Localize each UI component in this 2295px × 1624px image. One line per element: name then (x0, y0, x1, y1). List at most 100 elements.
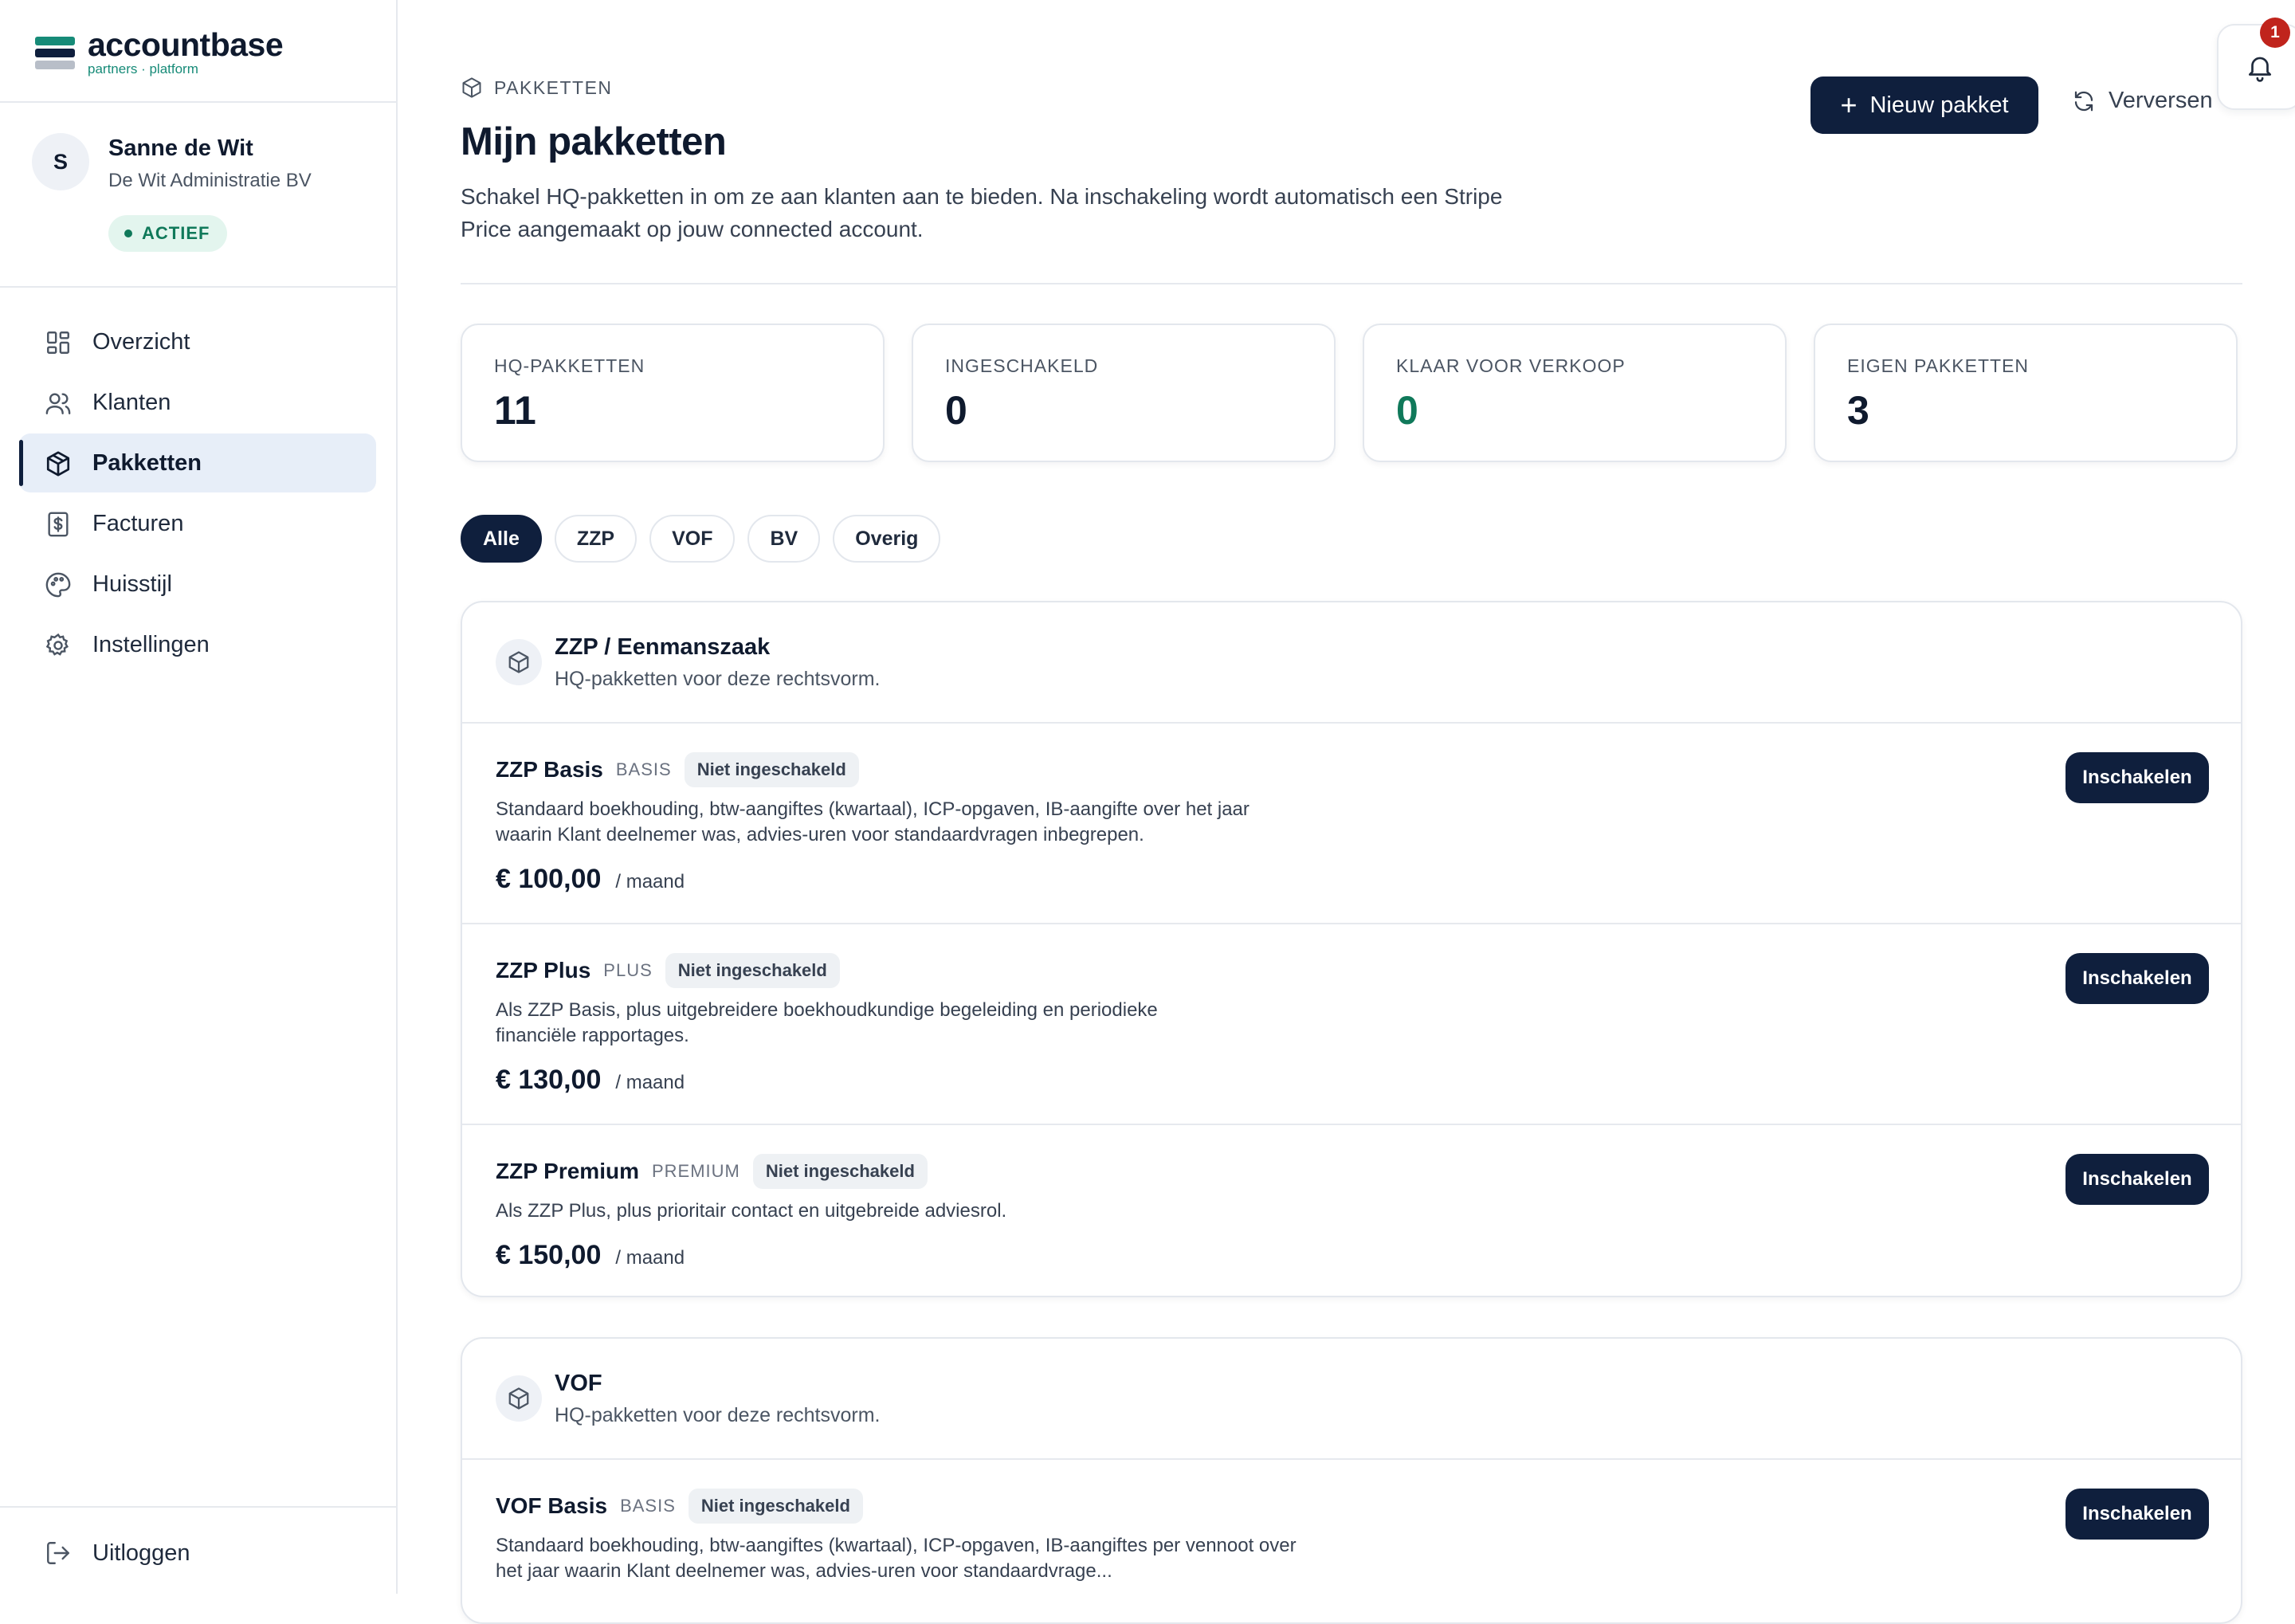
avatar: S (32, 133, 89, 190)
brand-tagline: partners · platform (88, 61, 198, 76)
users-icon (45, 393, 71, 414)
package-price: € 100,00 / maand (496, 864, 685, 895)
sidebar: accountbase partners · platform S Sanne … (0, 0, 398, 1594)
package-group-vof: VOF HQ-pakketten voor deze rechtsvorm. V… (461, 1337, 2242, 1624)
filter-chip-zzp[interactable]: ZZP (554, 515, 638, 563)
enable-button[interactable]: Inschakelen (2066, 1489, 2209, 1540)
package-tier: BASIS (615, 759, 672, 779)
stat-card-hq-packages: HQ-PAKKETTEN 11 (461, 324, 885, 462)
divider (0, 286, 396, 288)
dashboard-icon (47, 331, 69, 354)
brand-name: accountbase (88, 26, 284, 63)
package-price-period: / maand (615, 1072, 685, 1093)
package-description: Als ZZP Basis, plus uitgebreidere boekho… (496, 999, 1158, 1046)
bell-icon (2248, 57, 2272, 82)
group-subtitle: HQ-pakketten voor deze rechtsvorm. (555, 1404, 881, 1426)
enable-button[interactable]: Inschakelen (2066, 752, 2209, 803)
logout-icon (47, 1542, 69, 1564)
logout-label: Uitloggen (92, 1540, 190, 1566)
page-title: Mijn pakketten (461, 120, 727, 163)
package-row: VOF Basis BASIS Niet ingeschakeld Standa… (462, 1460, 2241, 1622)
package-description: Standaard boekhouding, btw-aangiftes (kw… (496, 1535, 1297, 1582)
package-price-period: / maand (615, 1247, 685, 1269)
package-tier: BASIS (620, 1496, 676, 1516)
stat-label: INGESCHAKELD (945, 355, 1099, 376)
package-status-badge: Niet ingeschakeld (688, 1489, 863, 1524)
status-dot-icon (124, 229, 132, 237)
refresh-label: Verversen (2109, 88, 2213, 113)
sidebar-item-huisstijl[interactable]: Huisstijl (0, 555, 396, 614)
active-indicator (19, 440, 23, 486)
package-status-badge: Niet ingeschakeld (684, 752, 859, 787)
package-status-badge: Niet ingeschakeld (752, 1154, 928, 1189)
sidebar-item-label: Huisstijl (92, 571, 172, 597)
group-title: VOF (555, 1371, 602, 1396)
filter-chip-bv[interactable]: BV (747, 515, 821, 563)
package-description: Als ZZP Plus, plus prioritair contact en… (496, 1200, 1007, 1222)
package-price-period: / maand (615, 871, 685, 892)
package-name: ZZP Premium (496, 1159, 639, 1183)
group-header: ZZP / Eenmanszaak HQ-pakketten voor deze… (462, 602, 2241, 724)
stat-value: 11 (494, 388, 536, 433)
stat-value: 0 (1396, 388, 1418, 433)
sidebar-item-overzicht[interactable]: Overzicht (0, 312, 396, 371)
package-icon (496, 1375, 542, 1422)
filter-chip-vof[interactable]: VOF (649, 515, 736, 563)
divider (461, 283, 2242, 284)
group-title: ZZP / Eenmanszaak (555, 634, 771, 660)
breadcrumb-label: PAKKETTEN (494, 76, 613, 98)
package-price-amount: € 130,00 (496, 1065, 602, 1095)
sidebar-item-facturen[interactable]: Facturen (0, 494, 396, 553)
enable-button[interactable]: Inschakelen (2066, 953, 2209, 1004)
enable-button[interactable]: Inschakelen (2066, 1154, 2209, 1205)
main-content: PAKKETTEN Mijn pakketten Schakel HQ-pakk… (397, 0, 2295, 1624)
package-tier: PREMIUM (651, 1161, 740, 1181)
invoice-icon (48, 512, 69, 537)
stat-card-ready-for-sale: KLAAR VOOR VERKOOP 0 (1363, 324, 1787, 462)
status-badge: ACTIEF (108, 215, 228, 252)
sidebar-item-instellingen[interactable]: Instellingen (0, 615, 396, 674)
stat-label: EIGEN PAKKETTEN (1847, 355, 2030, 376)
page-description: Schakel HQ-pakketten in om ze aan klante… (461, 184, 1503, 241)
brand-logo[interactable]: accountbase partners · platform (35, 26, 284, 76)
sidebar-item-label: Klanten (92, 389, 171, 415)
filter-chips: Alle ZZP VOF BV Overig (461, 515, 953, 563)
filter-chip-overig[interactable]: Overig (833, 515, 941, 563)
refresh-button[interactable]: Verversen (2072, 88, 2213, 114)
logout-button[interactable]: Uitloggen (0, 1524, 396, 1583)
breadcrumb: PAKKETTEN (461, 76, 613, 99)
stat-value: 3 (1847, 388, 1869, 433)
package-price-amount: € 100,00 (496, 864, 602, 894)
package-tier: PLUS (603, 960, 653, 980)
notification-count-badge: 1 (2260, 18, 2290, 48)
package-name: VOF Basis (496, 1493, 608, 1518)
package-icon (462, 77, 481, 98)
new-package-label: Nieuw pakket (1869, 92, 2009, 118)
user-organization: De Wit Administratie BV (108, 170, 312, 191)
package-name: ZZP Plus (496, 958, 591, 983)
sidebar-item-klanten[interactable]: Klanten (0, 373, 396, 432)
stat-label: KLAAR VOOR VERKOOP (1396, 355, 1626, 376)
sidebar-item-label: Pakketten (92, 449, 202, 476)
stat-card-enabled: INGESCHAKELD 0 (912, 324, 1336, 462)
refresh-icon (2074, 91, 2093, 111)
sidebar-item-pakketten[interactable]: Pakketten (0, 433, 396, 492)
plus-icon: + (1840, 88, 1858, 121)
logo-icon (35, 33, 76, 72)
package-name: ZZP Basis (496, 757, 603, 782)
package-price: € 130,00 / maand (496, 1065, 685, 1096)
filter-chip-alle[interactable]: Alle (461, 515, 542, 563)
stat-label: HQ-PAKKETTEN (494, 355, 645, 376)
new-package-button[interactable]: + Nieuw pakket (1810, 76, 2038, 134)
status-badge-label: ACTIEF (142, 223, 210, 243)
stat-card-own-packages: EIGEN PAKKETTEN 3 (1814, 324, 2238, 462)
palette-icon (45, 572, 71, 598)
stat-value: 0 (945, 388, 967, 433)
sidebar-item-label: Instellingen (92, 631, 210, 657)
divider (0, 101, 396, 103)
package-row: ZZP Basis BASIS Niet ingeschakeld Standa… (462, 724, 2241, 924)
package-icon (496, 639, 542, 685)
package-price: € 150,00 / maand (496, 1240, 685, 1271)
group-header: VOF HQ-pakketten voor deze rechtsvorm. (462, 1339, 2241, 1460)
package-price-amount: € 150,00 (496, 1240, 602, 1270)
